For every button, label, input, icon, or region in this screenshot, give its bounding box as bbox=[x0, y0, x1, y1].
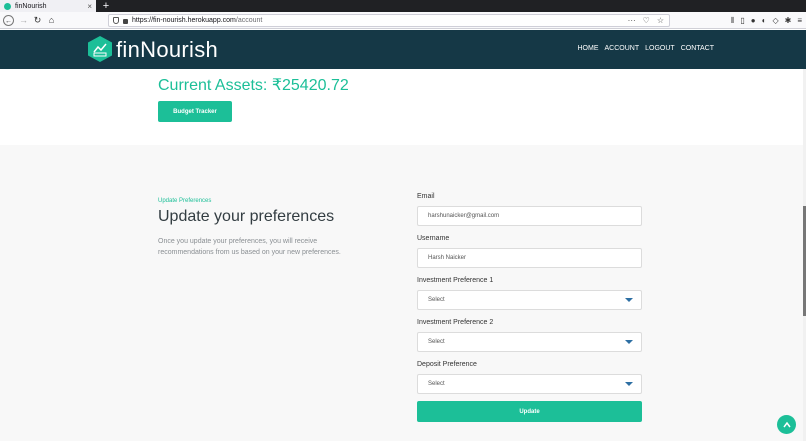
home-icon[interactable]: ⌂ bbox=[46, 15, 57, 26]
nav-logout[interactable]: LOGOUT bbox=[645, 45, 675, 52]
address-bar[interactable]: https://fin-nourish.herokuapp.com/accoun… bbox=[108, 14, 670, 27]
nav-home[interactable]: HOME bbox=[578, 45, 599, 52]
preferences-kicker: Update Preferences bbox=[158, 198, 212, 204]
pocket-icon[interactable]: ♡ bbox=[643, 16, 650, 25]
preferences-heading: Update your preferences bbox=[158, 208, 335, 225]
caret-down-icon bbox=[625, 340, 633, 344]
caret-down-icon bbox=[625, 382, 633, 386]
browser-tab[interactable]: finNourish × bbox=[0, 0, 96, 12]
current-assets-title: Current Assets: ₹25420.72 bbox=[158, 77, 349, 94]
back-arrow-icon[interactable]: ← bbox=[3, 15, 14, 26]
tab-title: finNourish bbox=[15, 2, 47, 10]
chevron-up-glyph bbox=[782, 421, 791, 427]
username-label: Username bbox=[417, 235, 450, 242]
logo-text[interactable]: finNourish bbox=[116, 37, 218, 63]
reload-icon[interactable]: ↻ bbox=[32, 15, 43, 26]
assets-section: Current Assets: ₹25420.72 Budget Tracker bbox=[0, 69, 806, 145]
email-field[interactable]: harshunaicker@gmail.com bbox=[417, 206, 642, 226]
site-header: finNourish HOME ACCOUNT LOGOUT CONTACT bbox=[0, 30, 806, 69]
caret-down-icon bbox=[625, 298, 633, 302]
deposit-preference-select[interactable]: Select bbox=[417, 374, 642, 394]
budget-tracker-button[interactable]: Budget Tracker bbox=[158, 101, 232, 122]
library-icon[interactable]: ⫴ bbox=[731, 16, 734, 26]
chevron-up-icon[interactable] bbox=[777, 415, 796, 434]
investment-preference-2-value: Select bbox=[428, 339, 445, 345]
url-actions: ··· ♡ ☆ bbox=[628, 16, 664, 25]
investment-preference-2-select[interactable]: Select bbox=[417, 332, 642, 352]
username-field[interactable]: Harsh Naicker bbox=[417, 248, 642, 268]
close-tab-icon[interactable]: × bbox=[87, 2, 92, 11]
lock-icon[interactable] bbox=[123, 19, 128, 24]
menu-icon[interactable]: ≡ bbox=[797, 16, 802, 26]
nav-contact[interactable]: CONTACT bbox=[681, 45, 714, 52]
browser-toolbar: ← → ↻ ⌂ https://fin-nourish.herokuapp.co… bbox=[0, 12, 806, 29]
investment-preference-2-label: Investment Preference 2 bbox=[417, 319, 494, 326]
preferences-section: Update Preferences Update your preferenc… bbox=[0, 145, 806, 441]
extension-icon[interactable]: ◐ bbox=[762, 16, 767, 26]
puzzle-icon[interactable]: ✱ bbox=[785, 16, 792, 26]
deposit-preference-value: Select bbox=[428, 381, 445, 387]
shield-icon[interactable] bbox=[113, 17, 119, 24]
tag-icon[interactable]: ◇ bbox=[772, 16, 778, 26]
deposit-preference-label: Deposit Preference bbox=[417, 361, 477, 368]
sidebar-icon[interactable]: ▯ bbox=[740, 16, 744, 26]
url-text[interactable]: https://fin-nourish.herokuapp.com/accoun… bbox=[132, 17, 624, 24]
nav-account[interactable]: ACCOUNT bbox=[605, 45, 640, 52]
hexagon-logo-icon[interactable] bbox=[86, 35, 114, 63]
more-actions-icon[interactable]: ··· bbox=[628, 16, 636, 25]
favicon-icon bbox=[4, 2, 11, 10]
new-tab-button[interactable]: + bbox=[101, 0, 111, 12]
investment-preference-1-label: Investment Preference 1 bbox=[417, 277, 494, 284]
forward-arrow-icon[interactable]: → bbox=[18, 15, 29, 26]
browser-tools: ⫴ ▯ ● ◐ ◇ ✱ ≡ bbox=[731, 16, 802, 26]
site-nav: HOME ACCOUNT LOGOUT CONTACT bbox=[578, 45, 715, 52]
email-label: Email bbox=[417, 193, 435, 200]
browser-tab-bar: finNourish × + bbox=[0, 0, 806, 12]
preferences-description: Once you update your preferences, you wi… bbox=[158, 238, 341, 256]
bookmark-star-icon[interactable]: ☆ bbox=[657, 16, 664, 25]
investment-preference-1-value: Select bbox=[428, 297, 445, 303]
investment-preference-1-select[interactable]: Select bbox=[417, 290, 642, 310]
update-button[interactable]: Update bbox=[417, 401, 642, 422]
account-icon[interactable]: ● bbox=[751, 16, 756, 26]
url-host: https://fin-nourish.herokuapp.com bbox=[132, 17, 236, 24]
url-path: /account bbox=[235, 17, 263, 24]
